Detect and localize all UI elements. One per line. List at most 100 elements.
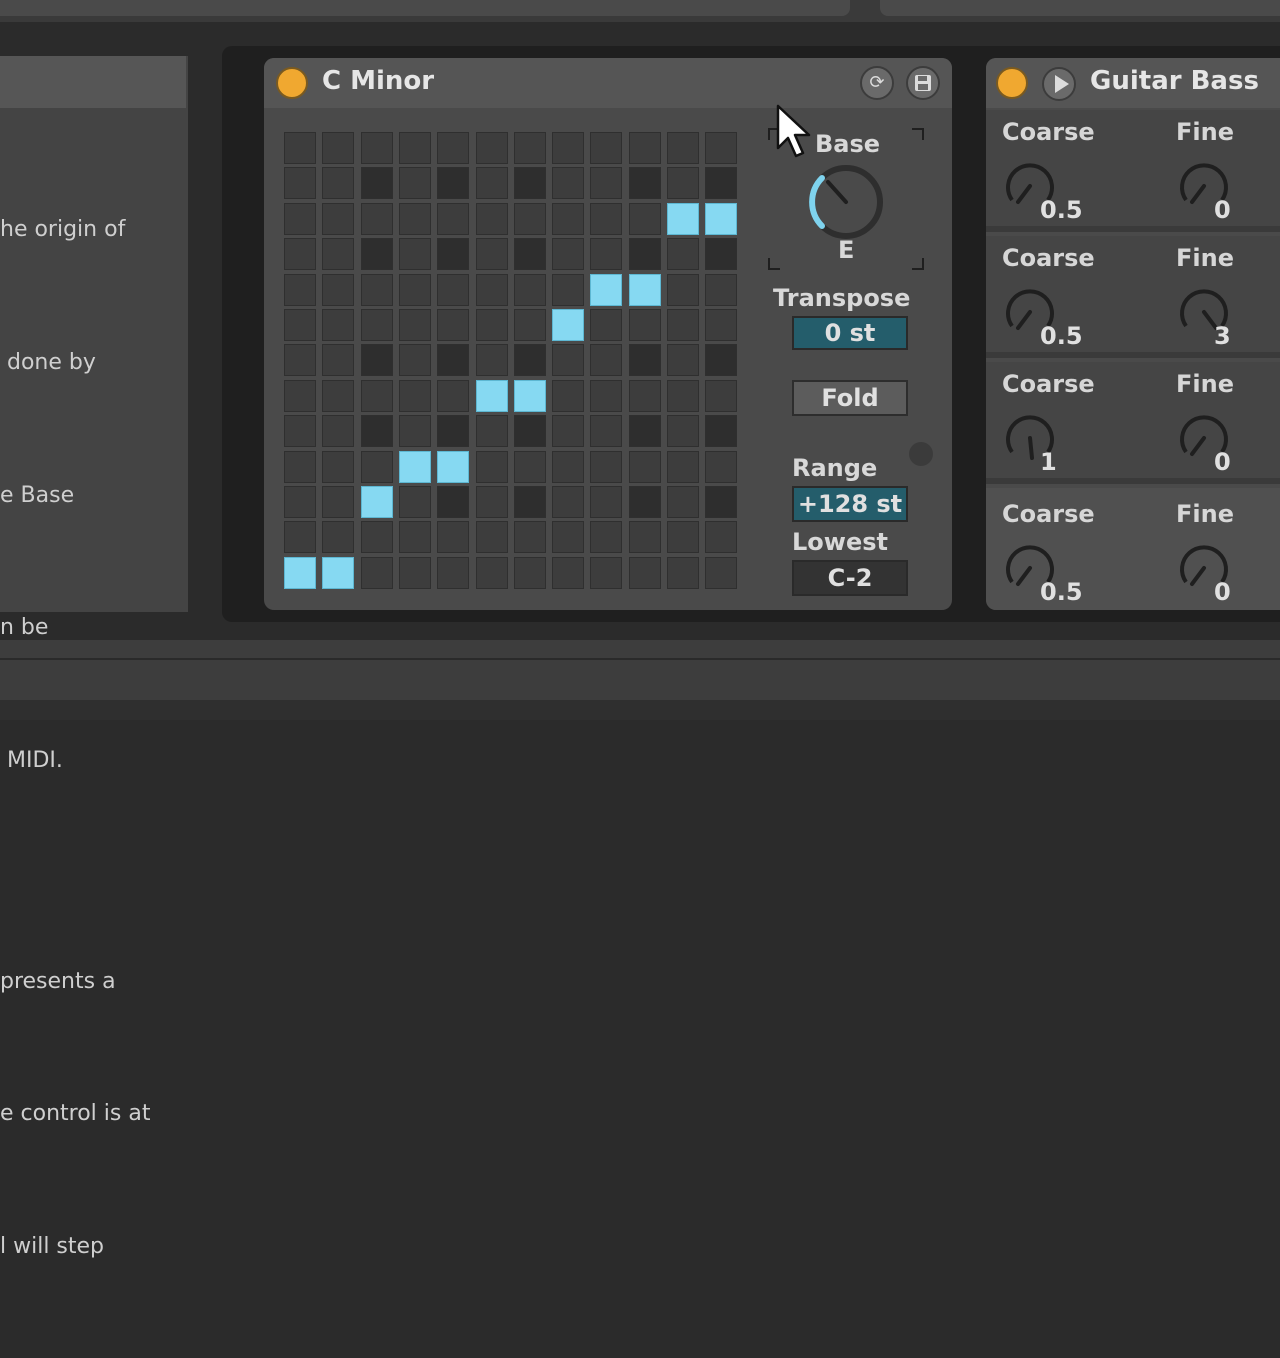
grid-cell-active[interactable] <box>322 557 354 589</box>
grid-cell[interactable] <box>705 415 737 447</box>
grid-cell[interactable] <box>629 132 661 164</box>
grid-cell[interactable] <box>284 203 316 235</box>
grid-cell[interactable] <box>590 132 622 164</box>
grid-cell[interactable] <box>361 521 393 553</box>
grid-cell[interactable] <box>705 521 737 553</box>
grid-cell[interactable] <box>514 167 546 199</box>
grid-cell[interactable] <box>399 344 431 376</box>
grid-cell[interactable] <box>552 380 584 412</box>
grid-cell-active[interactable] <box>361 486 393 518</box>
grid-cell[interactable] <box>514 415 546 447</box>
grid-cell[interactable] <box>476 167 508 199</box>
grid-cell-active[interactable] <box>629 274 661 306</box>
grid-cell[interactable] <box>437 486 469 518</box>
grid-cell[interactable] <box>284 451 316 483</box>
base-knob[interactable] <box>806 162 886 242</box>
grid-cell[interactable] <box>514 274 546 306</box>
grid-cell[interactable] <box>476 521 508 553</box>
grid-cell[interactable] <box>437 309 469 341</box>
grid-cell[interactable] <box>361 380 393 412</box>
grid-cell[interactable] <box>437 415 469 447</box>
grid-cell-active[interactable] <box>476 380 508 412</box>
grid-cell[interactable] <box>514 238 546 270</box>
grid-cell-active[interactable] <box>437 451 469 483</box>
grid-cell[interactable] <box>590 380 622 412</box>
grid-cell[interactable] <box>590 557 622 589</box>
grid-cell[interactable] <box>667 167 699 199</box>
grid-cell[interactable] <box>590 415 622 447</box>
fold-button[interactable]: Fold <box>792 380 908 416</box>
grid-cell[interactable] <box>705 238 737 270</box>
grid-cell[interactable] <box>361 132 393 164</box>
transpose-field[interactable]: 0 st <box>792 316 908 350</box>
grid-cell[interactable] <box>437 132 469 164</box>
grid-cell[interactable] <box>552 415 584 447</box>
grid-cell[interactable] <box>629 451 661 483</box>
grid-cell-active[interactable] <box>552 309 584 341</box>
grid-cell[interactable] <box>667 557 699 589</box>
grid-cell[interactable] <box>629 203 661 235</box>
grid-cell[interactable] <box>667 344 699 376</box>
grid-cell[interactable] <box>284 132 316 164</box>
grid-cell[interactable] <box>476 486 508 518</box>
grid-cell[interactable] <box>629 380 661 412</box>
grid-cell[interactable] <box>514 132 546 164</box>
grid-cell[interactable] <box>552 203 584 235</box>
grid-cell[interactable] <box>667 451 699 483</box>
chain-row-2[interactable]: Coarse Fine 0.5 3 <box>986 236 1280 358</box>
grid-cell[interactable] <box>705 309 737 341</box>
grid-cell[interactable] <box>514 451 546 483</box>
grid-cell[interactable] <box>361 167 393 199</box>
grid-cell[interactable] <box>590 203 622 235</box>
grid-cell[interactable] <box>590 521 622 553</box>
grid-cell[interactable] <box>476 274 508 306</box>
grid-cell[interactable] <box>361 451 393 483</box>
grid-cell[interactable] <box>590 486 622 518</box>
grid-cell[interactable] <box>552 132 584 164</box>
grid-cell[interactable] <box>322 309 354 341</box>
grid-cell[interactable] <box>552 451 584 483</box>
grid-cell[interactable] <box>552 486 584 518</box>
grid-cell[interactable] <box>399 238 431 270</box>
grid-cell[interactable] <box>284 486 316 518</box>
grid-cell[interactable] <box>590 309 622 341</box>
grid-cell[interactable] <box>629 521 661 553</box>
grid-cell[interactable] <box>361 203 393 235</box>
grid-cell[interactable] <box>667 415 699 447</box>
grid-cell[interactable] <box>284 238 316 270</box>
grid-cell[interactable] <box>361 309 393 341</box>
grid-cell[interactable] <box>629 167 661 199</box>
grid-cell[interactable] <box>667 274 699 306</box>
grid-cell[interactable] <box>667 521 699 553</box>
grid-cell[interactable] <box>552 344 584 376</box>
grid-cell[interactable] <box>437 380 469 412</box>
grid-cell-active[interactable] <box>514 380 546 412</box>
grid-cell[interactable] <box>705 132 737 164</box>
grid-cell[interactable] <box>629 557 661 589</box>
grid-cell[interactable] <box>322 451 354 483</box>
grid-cell[interactable] <box>705 167 737 199</box>
grid-cell[interactable] <box>284 309 316 341</box>
grid-cell[interactable] <box>476 309 508 341</box>
grid-cell-active[interactable] <box>705 203 737 235</box>
grid-cell[interactable] <box>322 238 354 270</box>
grid-cell[interactable] <box>284 344 316 376</box>
grid-cell[interactable] <box>590 344 622 376</box>
grid-cell[interactable] <box>476 415 508 447</box>
grid-cell[interactable] <box>667 380 699 412</box>
range-field[interactable]: +128 st <box>792 486 908 522</box>
grid-cell[interactable] <box>361 238 393 270</box>
grid-cell[interactable] <box>284 274 316 306</box>
lowest-field[interactable]: C-2 <box>792 560 908 596</box>
grid-cell[interactable] <box>399 521 431 553</box>
grid-cell[interactable] <box>629 486 661 518</box>
grid-cell[interactable] <box>476 344 508 376</box>
grid-cell[interactable] <box>322 415 354 447</box>
grid-cell[interactable] <box>514 521 546 553</box>
grid-cell-active[interactable] <box>590 274 622 306</box>
grid-cell[interactable] <box>705 451 737 483</box>
grid-cell[interactable] <box>629 238 661 270</box>
grid-cell[interactable] <box>629 344 661 376</box>
grid-cell[interactable] <box>322 344 354 376</box>
grid-cell[interactable] <box>552 557 584 589</box>
